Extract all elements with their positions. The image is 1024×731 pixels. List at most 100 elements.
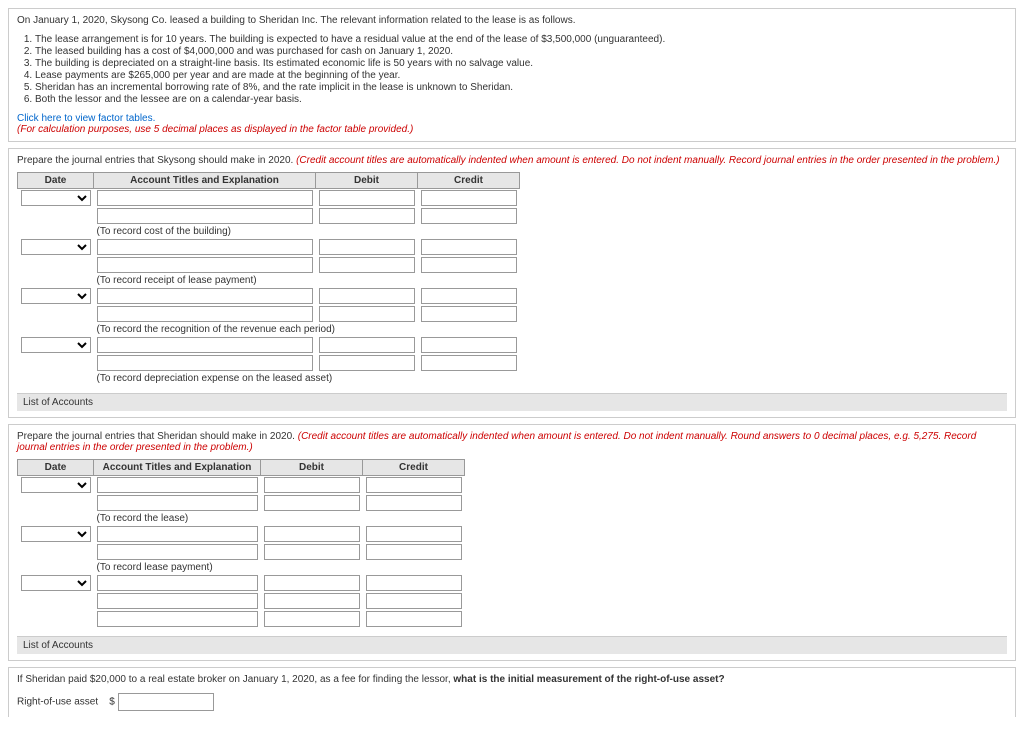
credit-input[interactable] <box>366 526 462 542</box>
debit-input[interactable] <box>319 257 415 273</box>
date-select[interactable] <box>21 575 91 591</box>
table-row <box>18 189 520 208</box>
factor-note: (For calculation purposes, use 5 decimal… <box>17 124 1007 135</box>
debit-input[interactable] <box>319 239 415 255</box>
col-date: Date <box>18 460 94 476</box>
entry-caption: (To record cost of the building) <box>94 225 520 238</box>
debit-input[interactable] <box>264 477 360 493</box>
sheridan-journal-table: Date Account Titles and Explanation Debi… <box>17 459 465 628</box>
credit-input[interactable] <box>366 593 462 609</box>
table-row <box>18 494 465 512</box>
debit-input[interactable] <box>319 288 415 304</box>
credit-input[interactable] <box>366 544 462 560</box>
sheridan-prompt: Prepare the journal entries that Sherida… <box>17 431 1007 453</box>
debit-input[interactable] <box>264 611 360 627</box>
table-row <box>18 592 465 610</box>
prompt-red: (Credit account titles are automatically… <box>296 155 1000 166</box>
date-select[interactable] <box>21 239 91 255</box>
list-of-accounts-button[interactable]: List of Accounts <box>17 636 1007 654</box>
date-select[interactable] <box>21 477 91 493</box>
account-input[interactable] <box>97 544 258 560</box>
caption-row: (To record depreciation expense on the l… <box>18 372 520 385</box>
date-select[interactable] <box>21 526 91 542</box>
credit-input[interactable] <box>421 208 517 224</box>
intro-item: Sheridan has an incremental borrowing ra… <box>35 82 1007 93</box>
date-select[interactable] <box>21 288 91 304</box>
credit-input[interactable] <box>366 495 462 511</box>
account-input[interactable] <box>97 190 313 206</box>
table-row <box>18 525 465 543</box>
col-credit: Credit <box>363 460 465 476</box>
entry-caption: (To record receipt of lease payment) <box>94 274 520 287</box>
intro-section: On January 1, 2020, Skysong Co. leased a… <box>8 8 1016 142</box>
right-of-use-asset-input[interactable] <box>118 693 214 711</box>
entry-caption: (To record depreciation expense on the l… <box>94 372 520 385</box>
credit-input[interactable] <box>421 288 517 304</box>
table-row <box>18 287 520 305</box>
table-row <box>18 256 520 274</box>
account-input[interactable] <box>97 477 258 493</box>
caption-row: (To record lease payment) <box>18 561 465 574</box>
account-input[interactable] <box>97 239 313 255</box>
debit-input[interactable] <box>264 544 360 560</box>
col-acct: Account Titles and Explanation <box>94 173 316 189</box>
debit-input[interactable] <box>319 355 415 371</box>
skysong-prompt: Prepare the journal entries that Skysong… <box>17 155 1007 166</box>
list-of-accounts-button[interactable]: List of Accounts <box>17 393 1007 411</box>
account-input[interactable] <box>97 337 313 353</box>
account-input[interactable] <box>97 355 313 371</box>
credit-input[interactable] <box>421 190 517 206</box>
intro-item: The leased building has a cost of $4,000… <box>35 46 1007 57</box>
table-row <box>18 336 520 354</box>
entry-caption: (To record lease payment) <box>94 561 465 574</box>
table-row <box>18 207 520 225</box>
table-row <box>18 305 520 323</box>
debit-input[interactable] <box>319 190 415 206</box>
prompt-plain: Prepare the journal entries that Skysong… <box>17 155 296 166</box>
credit-input[interactable] <box>366 575 462 591</box>
date-select[interactable] <box>21 190 91 206</box>
caption-row: (To record the recognition of the revenu… <box>18 323 520 336</box>
answer-row: Right-of-use asset $ <box>17 693 1007 711</box>
factor-table-link[interactable]: Click here to view factor tables. <box>17 113 1007 124</box>
credit-input[interactable] <box>421 306 517 322</box>
col-debit: Debit <box>261 460 363 476</box>
debit-input[interactable] <box>319 337 415 353</box>
credit-input[interactable] <box>366 611 462 627</box>
q-plain: If Sheridan paid $20,000 to a real estat… <box>17 674 453 685</box>
account-input[interactable] <box>97 611 258 627</box>
account-input[interactable] <box>97 526 258 542</box>
credit-input[interactable] <box>366 477 462 493</box>
debit-input[interactable] <box>264 495 360 511</box>
account-input[interactable] <box>97 306 313 322</box>
debit-input[interactable] <box>319 208 415 224</box>
debit-input[interactable] <box>319 306 415 322</box>
account-input[interactable] <box>97 257 313 273</box>
debit-input[interactable] <box>264 526 360 542</box>
account-input[interactable] <box>97 593 258 609</box>
account-input[interactable] <box>97 208 313 224</box>
table-row <box>18 476 465 495</box>
entry-caption: (To record the lease) <box>94 512 465 525</box>
credit-input[interactable] <box>421 355 517 371</box>
table-row <box>18 543 465 561</box>
final-question-section: If Sheridan paid $20,000 to a real estat… <box>8 667 1016 717</box>
table-row <box>18 354 520 372</box>
dollar-sign: $ <box>109 697 115 708</box>
intro-item: The building is depreciated on a straigh… <box>35 58 1007 69</box>
account-input[interactable] <box>97 495 258 511</box>
skysong-journal-table: Date Account Titles and Explanation Debi… <box>17 172 520 385</box>
credit-input[interactable] <box>421 239 517 255</box>
debit-input[interactable] <box>264 593 360 609</box>
credit-input[interactable] <box>421 337 517 353</box>
caption-row: (To record the lease) <box>18 512 465 525</box>
table-header-row: Date Account Titles and Explanation Debi… <box>18 460 465 476</box>
account-input[interactable] <box>97 288 313 304</box>
q-bold: what is the initial measurement of the r… <box>453 674 724 685</box>
table-row <box>18 238 520 256</box>
debit-input[interactable] <box>264 575 360 591</box>
account-input[interactable] <box>97 575 258 591</box>
credit-input[interactable] <box>421 257 517 273</box>
date-select[interactable] <box>21 337 91 353</box>
final-question: If Sheridan paid $20,000 to a real estat… <box>17 674 1007 685</box>
